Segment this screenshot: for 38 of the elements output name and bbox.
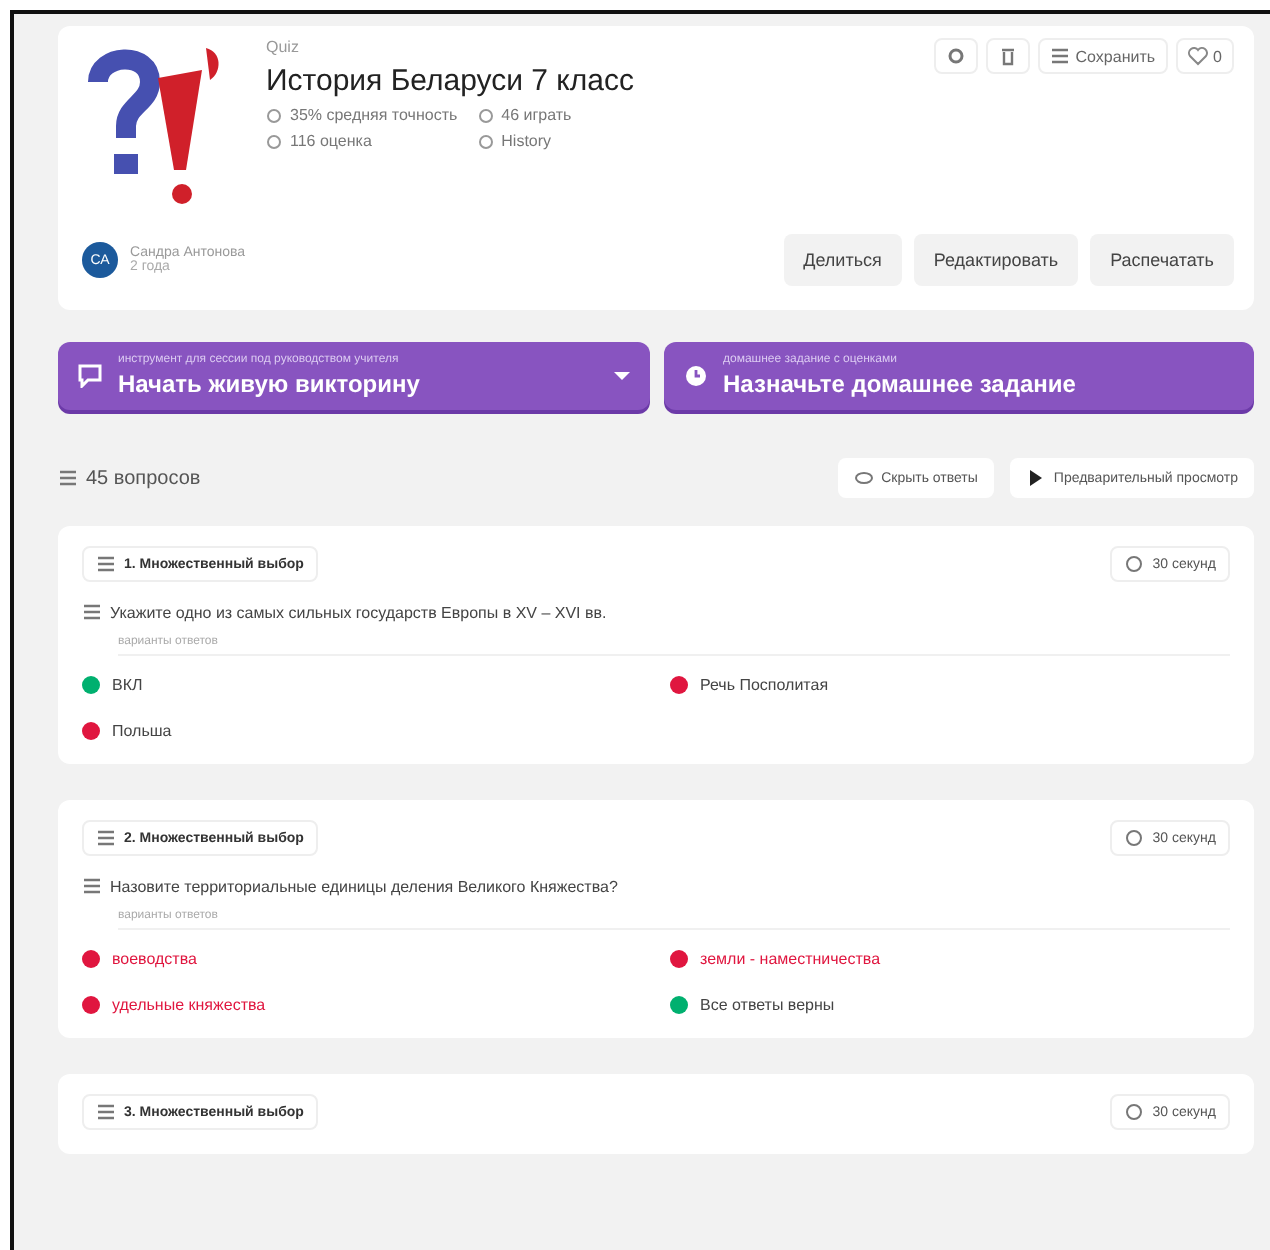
trash-icon — [997, 46, 1018, 66]
question-text: Назовите территориальные единицы деления Великого Княжества? — [110, 877, 618, 895]
question-text: Укажите одно из самых сильных государств Европы в XV – XVI вв. — [110, 603, 607, 621]
checklist-icon — [96, 554, 116, 574]
option-text: Все ответы верны — [700, 996, 835, 1014]
option-text: удельные княжества — [112, 996, 266, 1014]
eye-icon — [853, 468, 874, 488]
heart-icon — [1187, 46, 1208, 66]
list-icon — [1049, 46, 1070, 66]
question-count: 45 вопросов — [86, 467, 201, 489]
option-text: Речь Посполитая — [700, 676, 829, 694]
quiz-title: История Беларуси 7 класс — [266, 64, 637, 98]
stat-text: 46 играть — [501, 106, 572, 124]
save-button[interactable]: Сохранить — [1037, 38, 1168, 74]
list-icon — [58, 468, 78, 488]
like-button[interactable]: 0 — [1175, 38, 1234, 74]
checklist-icon — [96, 1102, 116, 1122]
stat-text: History — [501, 132, 552, 150]
stat-text: 116 оценка — [290, 132, 372, 150]
cta-label: Назначьте домашнее задание — [723, 370, 1078, 398]
play-icon — [1025, 468, 1046, 488]
question-icon — [82, 602, 102, 622]
cta-label: Начать живую викторину — [118, 370, 422, 398]
option-text: воеводства — [112, 950, 197, 968]
delete-button[interactable] — [985, 38, 1030, 74]
edit-button[interactable]: Редактировать — [913, 234, 1079, 286]
share-button[interactable]: Делиться — [783, 234, 902, 286]
option-text: земли - наместничества — [700, 950, 881, 968]
settings-button[interactable] — [933, 38, 978, 74]
question-icon — [82, 876, 102, 896]
checklist-icon — [96, 828, 116, 848]
print-button[interactable]: Распечатать — [1090, 234, 1234, 286]
option-text: Польша — [112, 722, 172, 740]
option-text: ВКЛ — [112, 676, 143, 694]
stat-text: 35% средняя точность — [290, 106, 458, 124]
chat-icon — [78, 364, 102, 388]
clock-icon — [683, 364, 707, 388]
quiz-type-label: Quiz — [266, 38, 301, 56]
